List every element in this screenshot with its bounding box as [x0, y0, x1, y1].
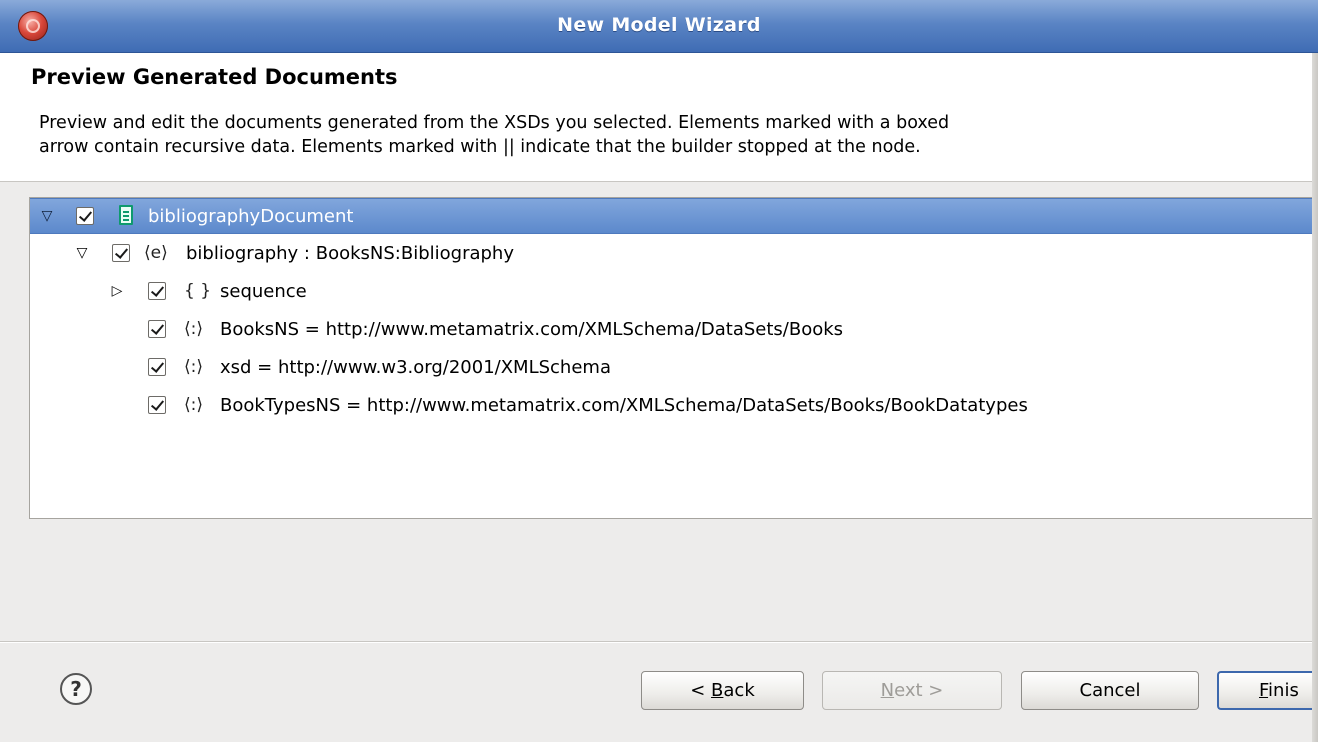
namespace-icon: ⟨:⟩ [184, 395, 203, 415]
finish-label-rest: inis [1268, 680, 1299, 701]
window-title: New Model Wizard [557, 14, 761, 36]
description-line-2: arrow contain recursive data. Elements m… [39, 137, 921, 157]
tree-row-bibliography-element[interactable]: ▽ ⟨e⟩ bibliography : BooksNS:Bibliograph… [30, 236, 1318, 272]
page-title: Preview Generated Documents [31, 65, 398, 89]
row-checkbox[interactable] [76, 207, 94, 225]
tree-row-booksns-namespace[interactable]: ⟨:⟩ BooksNS = http://www.metamatrix.com/… [30, 312, 1318, 348]
window-right-edge [1312, 53, 1318, 742]
namespace-icon: ⟨:⟩ [184, 319, 203, 339]
cancel-button[interactable]: Cancel [1021, 671, 1199, 710]
row-checkbox[interactable] [148, 358, 166, 376]
tree-row-label: sequence [220, 281, 307, 302]
row-checkbox[interactable] [148, 282, 166, 300]
expand-triangle-down-icon[interactable]: ▽ [74, 245, 90, 261]
help-question-icon: ? [70, 677, 82, 701]
back-button[interactable]: < Back [641, 671, 804, 710]
finish-mnemonic: F [1259, 680, 1269, 701]
cancel-label: Cancel [1079, 680, 1141, 701]
row-checkbox[interactable] [148, 396, 166, 414]
footer-separator [0, 641, 1318, 643]
element-icon: ⟨e⟩ [144, 243, 168, 263]
tree-row-sequence[interactable]: ▷ { } sequence [30, 274, 1318, 310]
wizard-header: Preview Generated Documents Preview and … [0, 53, 1318, 182]
next-mnemonic: N [880, 680, 895, 701]
tree-row-booktypesns-namespace[interactable]: ⟨:⟩ BookTypesNS = http://www.metamatrix.… [30, 388, 1318, 424]
tree-row-label: xsd = http://www.w3.org/2001/XMLSchema [220, 357, 611, 378]
sequence-icon: { } [184, 281, 212, 301]
title-bar[interactable]: New Model Wizard [0, 0, 1318, 53]
tree-row-xsd-namespace[interactable]: ⟨:⟩ xsd = http://www.w3.org/2001/XMLSche… [30, 350, 1318, 386]
namespace-icon: ⟨:⟩ [184, 357, 203, 377]
help-button[interactable]: ? [60, 673, 92, 705]
next-label-rest: ext > [894, 680, 944, 701]
expand-triangle-down-icon[interactable]: ▽ [39, 208, 55, 224]
page-description: Preview and edit the documents generated… [39, 111, 1279, 159]
row-checkbox[interactable] [148, 320, 166, 338]
back-label-prefix: < [690, 680, 712, 701]
document-tree[interactable]: ▽ bibliographyDocument ▽ ⟨e⟩ bibliograph… [29, 197, 1318, 519]
row-checkbox[interactable] [112, 244, 130, 262]
document-icon [119, 205, 133, 225]
next-button[interactable]: Next > [822, 671, 1002, 710]
back-label-rest: ack [723, 680, 755, 701]
tree-row-label: bibliography : BooksNS:Bibliography [186, 243, 514, 264]
finish-button[interactable]: Finis [1217, 671, 1312, 710]
description-line-1: Preview and edit the documents generated… [39, 113, 950, 133]
expand-triangle-right-icon[interactable]: ▷ [109, 283, 125, 299]
tree-row-bibliography-document[interactable]: ▽ bibliographyDocument [30, 198, 1318, 234]
tree-row-label: bibliographyDocument [148, 206, 354, 227]
tree-row-label: BookTypesNS = http://www.metamatrix.com/… [220, 395, 1028, 416]
back-mnemonic: B [711, 680, 724, 701]
tree-row-label: BooksNS = http://www.metamatrix.com/XMLS… [220, 319, 844, 340]
